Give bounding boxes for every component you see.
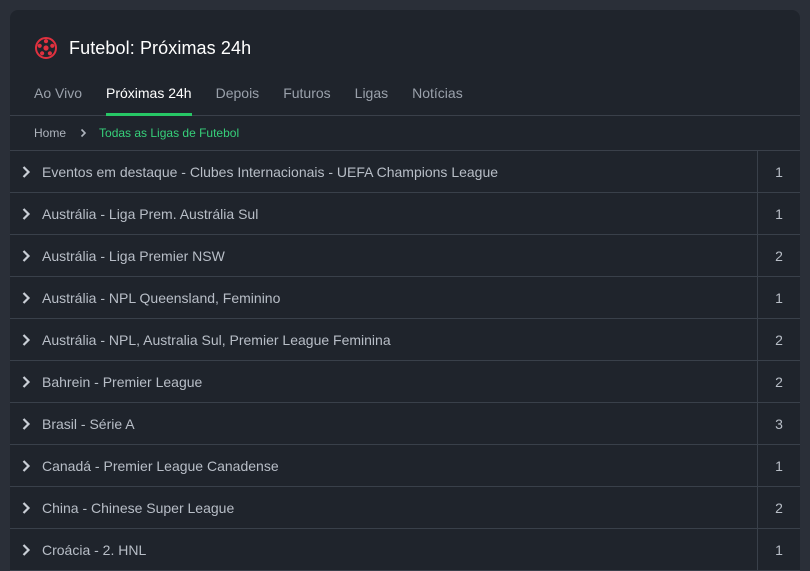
breadcrumb: Home Todas as Ligas de Futebol [10, 116, 800, 151]
league-name: China - Chinese Super League [42, 499, 235, 516]
event-count: 2 [775, 499, 783, 516]
league-row[interactable]: Bahrein - Premier League 2 [10, 361, 800, 403]
league-list: Eventos em destaque - Clubes Internacion… [10, 151, 800, 571]
chevron-right-icon[interactable] [10, 459, 42, 473]
panel-header: Futebol: Próximas 24h Ao Vivo Próximas 2… [10, 10, 800, 116]
league-row[interactable]: Austrália - NPL, Australia Sul, Premier … [10, 319, 800, 361]
breadcrumb-home-link[interactable]: Home [34, 126, 66, 140]
chevron-right-icon[interactable] [10, 417, 42, 431]
league-name: Canadá - Premier League Canadense [42, 457, 279, 474]
league-row[interactable]: Austrália - NPL Queensland, Feminino 1 [10, 277, 800, 319]
chevron-right-icon [80, 128, 87, 138]
league-name: Austrália - NPL Queensland, Feminino [42, 289, 281, 306]
sports-panel: Futebol: Próximas 24h Ao Vivo Próximas 2… [10, 10, 800, 571]
chevron-right-icon[interactable] [10, 543, 42, 557]
event-count: 2 [775, 331, 783, 348]
event-count: 1 [775, 205, 783, 222]
league-row-main[interactable]: Eventos em destaque - Clubes Internacion… [10, 151, 758, 192]
league-name: Croácia - 2. HNL [42, 541, 147, 558]
event-count: 1 [775, 541, 783, 558]
league-row[interactable]: Austrália - Liga Premier NSW 2 [10, 235, 800, 277]
league-row[interactable]: China - Chinese Super League 2 [10, 487, 800, 529]
league-row-main[interactable]: Bahrein - Premier League [10, 361, 758, 402]
league-row[interactable]: Austrália - Liga Prem. Austrália Sul 1 [10, 193, 800, 235]
tab-futuros[interactable]: Futuros [283, 72, 330, 116]
chevron-right-icon[interactable] [10, 207, 42, 221]
league-row[interactable]: Eventos em destaque - Clubes Internacion… [10, 151, 800, 193]
event-count: 1 [775, 163, 783, 180]
league-row-main[interactable]: Austrália - NPL Queensland, Feminino [10, 277, 758, 318]
chevron-right-icon[interactable] [10, 165, 42, 179]
tab-noticias[interactable]: Notícias [412, 72, 463, 116]
tab-proximas-24h[interactable]: Próximas 24h [106, 72, 192, 116]
league-row-main[interactable]: Austrália - Liga Premier NSW [10, 235, 758, 276]
league-name: Eventos em destaque - Clubes Internacion… [42, 163, 499, 180]
league-name: Austrália - Liga Prem. Austrália Sul [42, 205, 259, 222]
league-row[interactable]: Croácia - 2. HNL 1 [10, 529, 800, 571]
event-count: 2 [775, 373, 783, 390]
tab-depois[interactable]: Depois [216, 72, 260, 116]
league-name: Bahrein - Premier League [42, 373, 203, 390]
league-row-main[interactable]: Canadá - Premier League Canadense [10, 445, 758, 486]
title-row: Futebol: Próximas 24h [34, 36, 251, 60]
league-row-main[interactable]: Austrália - NPL, Australia Sul, Premier … [10, 319, 758, 360]
chevron-right-icon[interactable] [10, 375, 42, 389]
chevron-right-icon[interactable] [10, 501, 42, 515]
breadcrumb-current-link[interactable]: Todas as Ligas de Futebol [99, 126, 239, 140]
event-count: 2 [775, 247, 783, 264]
league-row[interactable]: Canadá - Premier League Canadense 1 [10, 445, 800, 487]
league-row-main[interactable]: Brasil - Série A [10, 403, 758, 444]
soccer-ball-icon [34, 36, 58, 60]
league-name: Austrália - NPL, Australia Sul, Premier … [42, 331, 391, 348]
league-row-main[interactable]: Austrália - Liga Prem. Austrália Sul [10, 193, 758, 234]
tab-ligas[interactable]: Ligas [355, 72, 388, 116]
league-row-main[interactable]: China - Chinese Super League [10, 487, 758, 528]
league-name: Brasil - Série A [42, 415, 135, 432]
league-row-main[interactable]: Croácia - 2. HNL [10, 529, 758, 570]
chevron-right-icon[interactable] [10, 249, 42, 263]
event-count: 3 [775, 415, 783, 432]
league-row[interactable]: Brasil - Série A 3 [10, 403, 800, 445]
tab-ao-vivo[interactable]: Ao Vivo [34, 72, 82, 116]
page-title: Futebol: Próximas 24h [69, 37, 252, 58]
chevron-right-icon[interactable] [10, 291, 42, 305]
tab-bar: Ao Vivo Próximas 24h Depois Futuros Liga… [34, 72, 487, 116]
chevron-right-icon[interactable] [10, 333, 42, 347]
event-count: 1 [775, 289, 783, 306]
event-count: 1 [775, 457, 783, 474]
league-name: Austrália - Liga Premier NSW [42, 247, 225, 264]
